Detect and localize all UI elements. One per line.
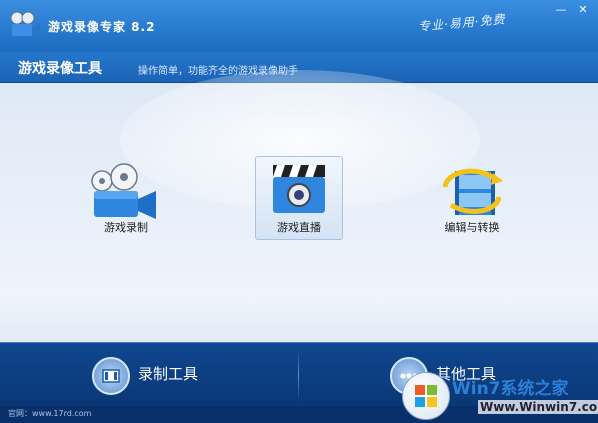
record-tool-icon <box>92 357 130 395</box>
app-window: 游戏录像专家 8.2 专业·易用·免费 — ✕ 游戏录像工具 操作简单，功能齐全… <box>0 0 598 423</box>
tool-label: 游戏直播 <box>277 221 321 234</box>
watermark: Win7系统之家 Www.Winwin7.com <box>400 360 598 423</box>
tool-game-live[interactable]: 游戏直播 <box>255 156 343 240</box>
video-camera-icon <box>91 163 156 219</box>
clapperboard-icon <box>273 165 325 213</box>
app-logo-icon <box>10 11 40 37</box>
close-button[interactable]: ✕ <box>574 3 592 17</box>
divider <box>298 349 299 401</box>
film-edit-icon <box>442 168 503 215</box>
windows-logo-icon <box>402 372 450 420</box>
app-title: 游戏录像专家 8.2 <box>48 20 156 34</box>
tool-game-record[interactable]: 游戏录制 <box>82 156 170 240</box>
website-link[interactable]: 官网：www.17rd.com <box>8 408 91 419</box>
tab-label: 录制工具 <box>138 365 199 383</box>
tool-edit-convert[interactable]: 编辑与转换 <box>428 156 516 240</box>
title-bar[interactable]: 游戏录像专家 8.2 专业·易用·免费 — ✕ <box>0 0 598 52</box>
minimize-button[interactable]: — <box>552 3 570 17</box>
watermark-url: Www.Winwin7.com <box>478 400 598 414</box>
tool-label: 游戏录制 <box>104 221 148 234</box>
watermark-title: Win7系统之家 <box>452 379 569 399</box>
tab-record-tools[interactable]: 录制工具 <box>92 353 232 397</box>
tool-label: 编辑与转换 <box>444 221 500 234</box>
slogan: 专业·易用·免费 <box>417 12 507 34</box>
page-title: 游戏录像工具 <box>18 61 102 77</box>
